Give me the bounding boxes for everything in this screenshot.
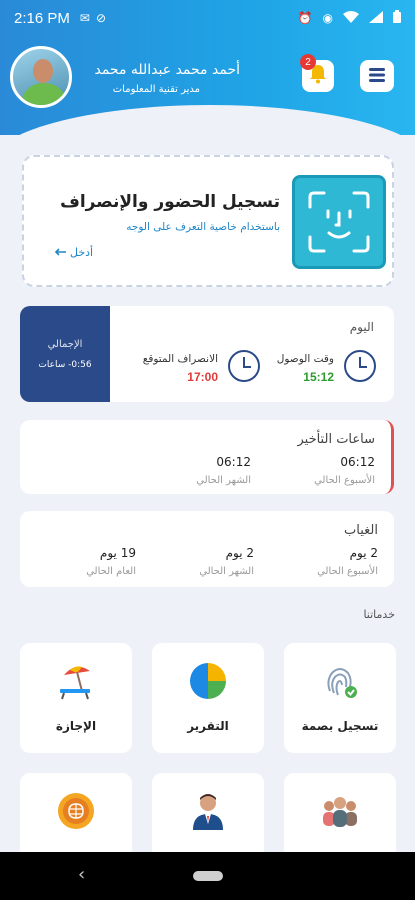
service-fingerprint[interactable]: تسجيل بصمة [284,643,396,753]
arrival-time: 15:12 [303,370,334,384]
user-role: مدير تقنية المعلومات [112,84,200,95]
beach-umbrella-icon [56,661,96,701]
menu-button[interactable] [360,60,394,92]
late-month-value: 06:12 [216,455,251,469]
arrival-clock-icon [344,350,376,382]
fingerprint-icon [320,661,360,701]
location-icon: ◉ [322,11,333,25]
face-card-title: تسجيل الحضور والإنصراف [60,192,280,212]
absence-title: الغياب [344,523,378,538]
user-name: أحمد محمد عبدالله محمد [94,62,240,78]
status-left-icons: ✉ ⊘ [80,11,106,25]
enter-label: أدخل [70,246,94,259]
service-label: التقرير [187,719,229,733]
enter-link[interactable]: أدخل [54,246,93,259]
expected-leave-time: 17:00 [187,370,218,384]
manager-icon [188,791,228,831]
system-nav-bar: ‹ [0,852,415,900]
header-wave [0,105,415,135]
leave-clock-icon [228,350,260,382]
pie-chart-icon [188,661,228,701]
nav-home-pill[interactable] [193,871,223,881]
late-hours-card: ساعات التأخير 06:12 الأسبوع الحالي 06:12… [20,420,394,494]
absence-card: الغياب 2 يوم الأسبوع الحالي 2 يوم الشهر … [20,511,394,587]
status-time: 2:16 PM [14,9,70,27]
mail-icon: ✉ [79,11,90,25]
absence-year-value: 19 يوم [99,546,136,560]
late-week-label: الأسبوع الحالي [314,475,375,486]
data-saver-icon: ⊘ [95,11,106,25]
nav-back-icon[interactable]: ‹ [78,864,85,885]
today-card: الإجمالي 0:56- ساعات اليوم وقت الوصول 15… [20,306,394,402]
late-month-label: الشهر الحالي [196,475,251,486]
face-attendance-card[interactable]: تسجيل الحضور والإنصراف باستخدام خاصية ال… [22,155,394,287]
absence-year-label: العام الحالي [86,566,136,577]
status-bar: 2:16 PM ✉ ⊘ ⏰ ◉ [0,0,415,36]
hamburger-icon [369,67,385,86]
service-vacation[interactable]: الإجازة [20,643,132,753]
signal-icon [369,10,383,26]
notification-badge: 2 [300,54,316,70]
avatar-body [21,83,67,105]
absence-month-value: 2 يوم [225,546,254,560]
today-title: اليوم [349,320,374,334]
arrow-left-icon [54,246,66,259]
alarm-icon: ⏰ [297,11,313,25]
face-card-subtitle: باستخدام خاصية التعرف على الوجه [126,221,280,233]
battery-icon [393,10,401,26]
brain-icon [56,791,96,831]
late-week-value: 06:12 [340,455,375,469]
service-label: تسجيل بصمة [301,719,379,733]
avatar-head [33,59,53,83]
absence-week-value: 2 يوم [349,546,378,560]
total-label: الإجمالي [47,338,83,350]
status-right-icons: ⏰ ◉ [298,10,401,26]
late-hours-title: ساعات التأخير [297,432,375,447]
wifi-icon [343,10,359,26]
service-label: الإجازة [55,719,97,733]
services-title: خدماتنا [363,608,395,621]
absence-month-label: الشهر الحالي [199,566,254,577]
total-box: الإجمالي 0:56- ساعات [20,306,110,402]
face-id-icon [292,175,386,269]
user-avatar[interactable] [10,46,72,108]
expected-leave-label: الانصراف المتوقع [142,353,218,365]
total-value: 0:56- ساعات [38,359,92,370]
arrival-label: وقت الوصول [276,353,334,365]
absence-week-label: الأسبوع الحالي [317,566,378,577]
service-report[interactable]: التقرير [152,643,264,753]
team-icon [320,791,360,831]
